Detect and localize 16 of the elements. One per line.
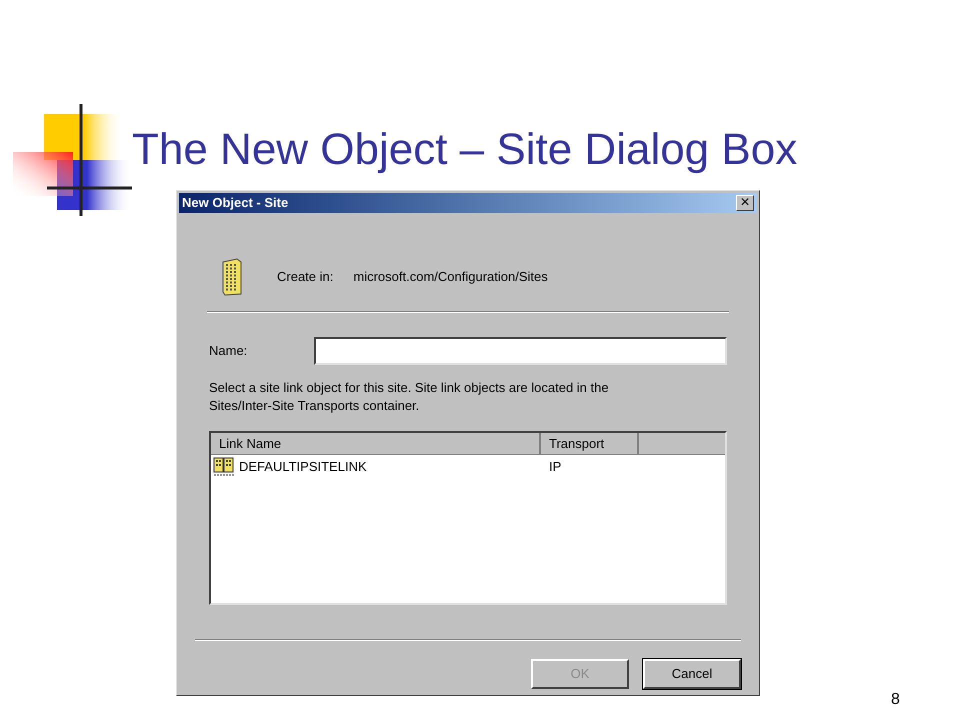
slide-title: The New Object – Site Dialog Box [132,128,798,172]
create-in-path: microsoft.com/Configuration/Sites [353,268,548,286]
column-header[interactable]: Link Name [211,433,541,455]
page-number: 8 [891,690,900,710]
instructions-text: Select a site link object for this site. Site link objects are located in the Sites/Inter-Site Transports container. [209,379,610,415]
name-label: Name: [209,342,248,360]
column-header[interactable]: Transport [541,433,639,455]
table-cell-text: IP [548,458,562,476]
close-button[interactable]: × [736,195,754,211]
list-row[interactable]: DEFAULTIPSITELINK IP [211,455,725,479]
name-field[interactable] [314,337,727,365]
cancel-button[interactable]: Cancel [643,659,741,689]
table-cell-text: DEFAULTIPSITELINK [239,458,367,476]
create-in-label: Create in: [277,268,334,286]
buildings-icon [213,457,235,477]
window-title: New Object - Site [182,194,288,212]
